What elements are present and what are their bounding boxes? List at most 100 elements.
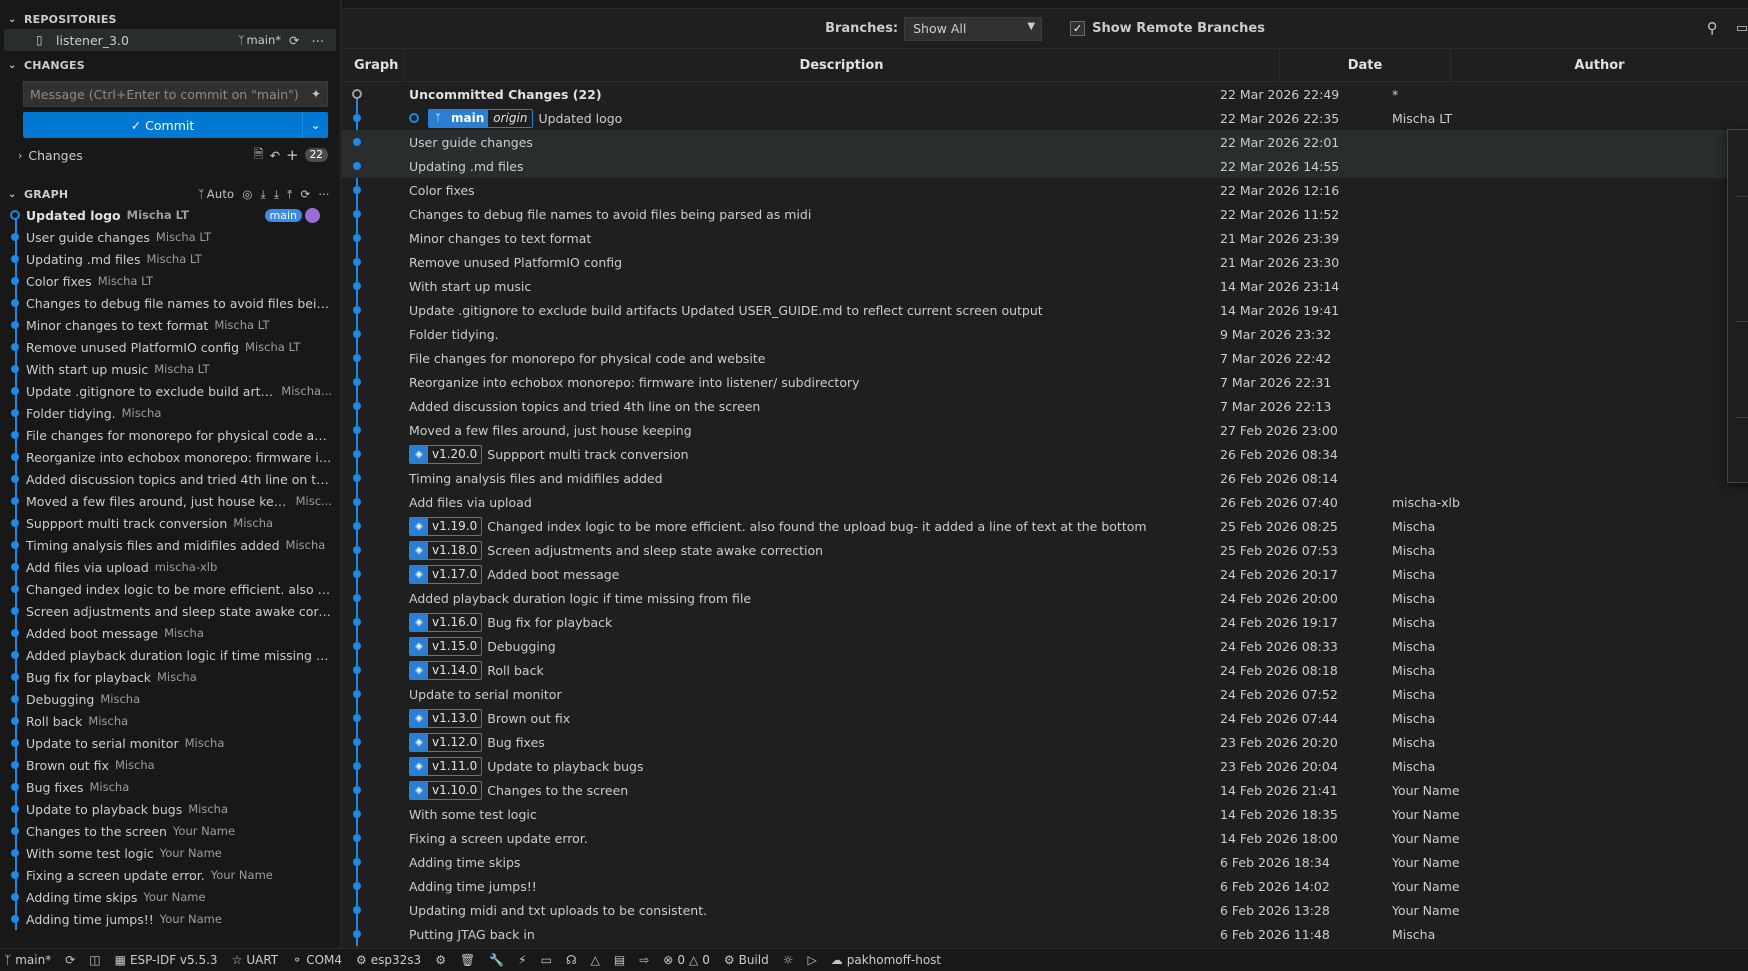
- commit-row[interactable]: Uncommitted Changes (22) 22 Mar 2026 22:4…: [342, 82, 1748, 106]
- tag-label[interactable]: ◈ v1.17.0: [409, 564, 483, 584]
- commit-row[interactable]: ◈ v1.16.0 Bug fix for playback 24 Feb 2026 …: [342, 610, 1748, 634]
- pull-icon[interactable]: ⤓: [274, 187, 279, 202]
- commit-row[interactable]: Adding time jumps!! 6 Feb 2026 14:02 Your …: [342, 874, 1748, 898]
- graph-list-item[interactable]: Color fixes Mischa LT: [0, 270, 332, 292]
- graph-list-item[interactable]: Add files via upload mischa-xlb: [0, 556, 332, 578]
- tag-label[interactable]: ◈ v1.13.0: [409, 708, 483, 728]
- status-port[interactable]: ⚬ COM4: [292, 953, 342, 967]
- commit-message-input[interactable]: Message (Ctrl+Enter to commit on "main")…: [23, 81, 328, 107]
- commit-row[interactable]: Added discussion topics and tried 4th li…: [342, 394, 1748, 418]
- tag-label[interactable]: ◈ v1.18.0: [409, 540, 483, 560]
- status-branch[interactable]: ᛉ main*: [4, 953, 51, 967]
- status-remote[interactable]: ☁ pakhomoff-host: [831, 953, 941, 967]
- status-flame[interactable]: △: [591, 953, 600, 967]
- show-remote-branches-checkbox[interactable]: ✓ Show Remote Branches: [1070, 21, 1265, 36]
- commit-row[interactable]: ◈ v1.15.0 Debugging 24 Feb 2026 08:33 Mischa: [342, 634, 1748, 658]
- status-clean[interactable]: 🗑: [460, 953, 475, 967]
- commit-row[interactable]: Reorganize into echobox monorepo: firmwa…: [342, 370, 1748, 394]
- status-exit[interactable]: ⇨: [639, 953, 649, 967]
- column-date[interactable]: Date: [1280, 49, 1451, 81]
- column-author[interactable]: Author: [1451, 49, 1748, 81]
- commit-row[interactable]: ◈ v1.19.0 Changed index logic to be more e…: [342, 514, 1748, 538]
- push-icon[interactable]: ⤒: [287, 187, 292, 202]
- commit-row[interactable]: Update to serial monitor 24 Feb 2026 07:5…: [342, 682, 1748, 706]
- stage-all-icon[interactable]: +: [286, 146, 299, 164]
- commit-row[interactable]: Fixing a screen update error. 14 Feb 2026…: [342, 826, 1748, 850]
- tag-label[interactable]: ◈ v1.16.0: [409, 612, 483, 632]
- graph-list-item[interactable]: Roll back Mischa: [0, 710, 332, 732]
- tag-label[interactable]: ◈ v1.15.0: [409, 636, 483, 656]
- commit-row[interactable]: ◈ v1.18.0 Screen adjustments and sleep sta…: [342, 538, 1748, 562]
- graph-list-item[interactable]: Changed index logic to be more efficient…: [0, 578, 332, 600]
- graph-list-item[interactable]: Added playback duration logic if time mi…: [0, 644, 332, 666]
- commit-row[interactable]: Adding time skips 6 Feb 2026 18:34 Your Na…: [342, 850, 1748, 874]
- graph-list-item[interactable]: Suppport multi track conversion Mischa: [0, 512, 332, 534]
- context-menu-item[interactable]: Drop...: [1728, 288, 1748, 317]
- more-icon[interactable]: ⋯: [318, 187, 330, 201]
- commit-row[interactable]: Remove unused PlatformIO config 21 Mar 20…: [342, 250, 1748, 274]
- commit-row[interactable]: Changes to debug file names to avoid fil…: [342, 202, 1748, 226]
- graph-list-item[interactable]: Update .gitignore to exclude build artif…: [0, 380, 332, 402]
- fetch-icon[interactable]: ⤓: [261, 187, 266, 202]
- graph-list-item[interactable]: Added discussion topics and tried 4th li…: [0, 468, 332, 490]
- commit-row[interactable]: ◈ v1.10.0 Changes to the screen 14 Feb 2026…: [342, 778, 1748, 802]
- context-menu-item[interactable]: Add Tag...: [1728, 134, 1748, 163]
- tag-label[interactable]: ◈ v1.20.0: [409, 444, 483, 464]
- status-debug[interactable]: ☊: [566, 953, 577, 967]
- graph-list-item[interactable]: With some test logic Your Name: [0, 842, 332, 864]
- status-target[interactable]: ⚙ esp32s3: [356, 953, 421, 967]
- sync-icon[interactable]: ⟳: [289, 33, 299, 48]
- graph-list-item[interactable]: User guide changes Mischa LT: [0, 226, 332, 248]
- commit-row[interactable]: ◈ v1.17.0 Added boot message 24 Feb 2026 20…: [342, 562, 1748, 586]
- status-problems[interactable]: ⊗ 0 △ 0: [663, 953, 710, 967]
- commit-row[interactable]: Folder tidying. 9 Mar 2026 23:32: [342, 322, 1748, 346]
- graph-list-item[interactable]: Timing analysis files and midifiles adde…: [0, 534, 332, 556]
- graph-list-item[interactable]: Adding time skips Your Name: [0, 886, 332, 908]
- context-menu-item[interactable]: Revert...: [1728, 259, 1748, 288]
- commit-row[interactable]: With start up music 14 Mar 2026 23:14: [342, 274, 1748, 298]
- repositories-header[interactable]: ⌄ REPOSITORIES: [0, 9, 340, 29]
- changes-header[interactable]: ⌄ CHANGES: [0, 55, 340, 75]
- commit-row[interactable]: Add files via upload 26 Feb 2026 07:40 mis…: [342, 490, 1748, 514]
- status-run[interactable]: ▷: [807, 953, 816, 967]
- tag-label[interactable]: ◈ v1.14.0: [409, 660, 483, 680]
- commit-row[interactable]: File changes for monorepo for physical c…: [342, 346, 1748, 370]
- commit-row[interactable]: With some test logic 14 Feb 2026 18:35 You…: [342, 802, 1748, 826]
- status-monitor[interactable]: ▭: [541, 953, 552, 967]
- commit-row[interactable]: ◈ v1.11.0 Update to playback bugs 23 Feb 20…: [342, 754, 1748, 778]
- status-uart[interactable]: ☆ UART: [232, 953, 279, 967]
- column-graph[interactable]: Graph: [342, 49, 404, 81]
- graph-list-item[interactable]: Adding time jumps!! Your Name: [0, 908, 332, 930]
- graph-list-item[interactable]: File changes for monorepo for physical c…: [0, 424, 332, 446]
- commit-row[interactable]: ◈ v1.12.0 Bug fixes 23 Feb 2026 20:20 Mischa: [342, 730, 1748, 754]
- commit-row[interactable]: Added playback duration logic if time mi…: [342, 586, 1748, 610]
- context-menu-item[interactable]: Checkout...: [1728, 201, 1748, 230]
- graph-list-item[interactable]: Changes to debug file names to avoid fil…: [0, 292, 332, 314]
- search-icon[interactable]: ⚲: [1707, 19, 1718, 37]
- commit-button[interactable]: ✓ Commit ⌄: [23, 112, 328, 138]
- commit-row[interactable]: Moved a few files around, just house kee…: [342, 418, 1748, 442]
- auto-branch-icon[interactable]: ᛉ Auto: [198, 187, 235, 201]
- commit-row[interactable]: Update .gitignore to exclude build artif…: [342, 298, 1748, 322]
- repository-row[interactable]: ▯ listener_3.0 ᛉ main* ⟳ ⋯: [4, 29, 336, 51]
- more-icon[interactable]: ⋯: [312, 33, 325, 48]
- status-wrench[interactable]: 🔧: [489, 953, 504, 967]
- target-icon[interactable]: ◎: [242, 187, 252, 201]
- tag-label[interactable]: ◈ v1.11.0: [409, 756, 483, 776]
- graph-list-item[interactable]: Debugging Mischa: [0, 688, 332, 710]
- graph-list-item[interactable]: Bug fixes Mischa: [0, 776, 332, 798]
- context-menu-item[interactable]: Rebase current branch on this Commit...: [1728, 355, 1748, 384]
- tag-label[interactable]: ◈ v1.12.0: [409, 732, 483, 752]
- context-menu-item[interactable]: Merge into current branch...: [1728, 326, 1748, 355]
- commit-row[interactable]: ◈ v1.14.0 Roll back 24 Feb 2026 08:18 Mischa: [342, 658, 1748, 682]
- branch-label[interactable]: ᛉ main origin: [428, 108, 534, 128]
- graph-list-item[interactable]: Updating .md files Mischa LT: [0, 248, 332, 270]
- column-description[interactable]: Description: [404, 49, 1280, 81]
- context-menu-item[interactable]: Copy Commit Subject to Clipboard: [1728, 451, 1748, 480]
- commit-row[interactable]: ᛉ main origin Updated logo 22 Mar 2026 22:35…: [342, 106, 1748, 130]
- commit-row[interactable]: Timing analysis files and midifiles adde…: [342, 466, 1748, 490]
- commit-row[interactable]: Updating midi and txt uploads to be cons…: [342, 898, 1748, 922]
- context-menu-item[interactable]: Cherry Pick...: [1728, 230, 1748, 259]
- graph-list-item[interactable]: Moved a few files around, just house kee…: [0, 490, 332, 512]
- discard-icon[interactable]: ↶: [270, 148, 280, 163]
